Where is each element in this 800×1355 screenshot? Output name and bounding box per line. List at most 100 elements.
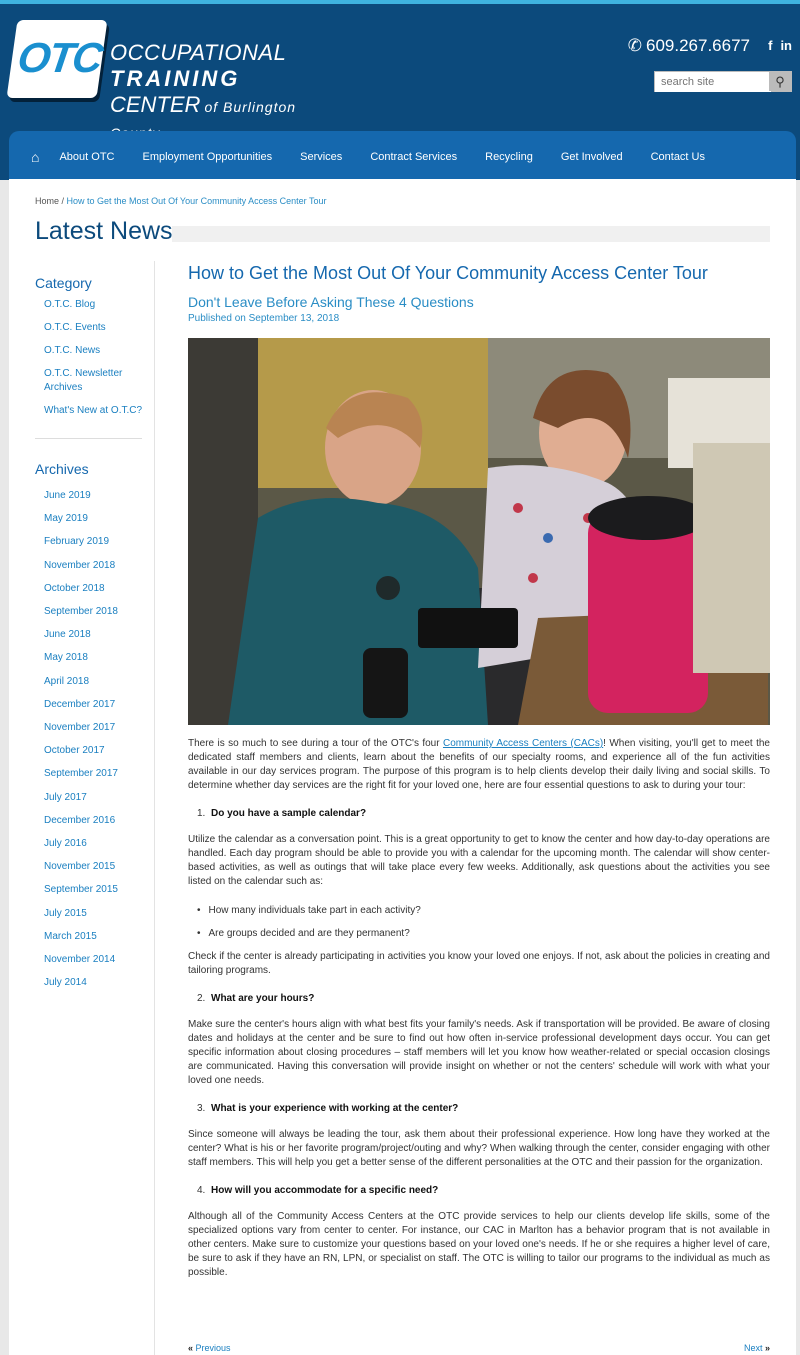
logo-badge: OTC <box>6 20 108 98</box>
nav-item-recycling[interactable]: Recycling <box>485 151 533 163</box>
archive-item[interactable]: October 2017 <box>44 739 155 762</box>
search-input[interactable] <box>655 72 771 92</box>
archive-item[interactable]: September 2017 <box>44 762 155 785</box>
article-title: How to Get the Most Out Of Your Communit… <box>188 263 708 283</box>
article-photo <box>188 338 770 725</box>
archive-item[interactable]: November 2015 <box>44 855 155 878</box>
nav-item-get-involved[interactable]: Get Involved <box>561 151 623 163</box>
question-text: What are your hours? <box>211 993 315 1004</box>
previous-link[interactable]: « Previous <box>188 1343 231 1353</box>
archive-item[interactable]: February 2019 <box>44 530 155 553</box>
home-icon[interactable]: ⌂ <box>31 149 39 165</box>
sidebar-separator <box>35 438 142 439</box>
cac-link[interactable]: Community Access Centers (CACs) <box>443 738 603 749</box>
category-item[interactable]: O.T.C. Events <box>44 321 155 335</box>
archive-item[interactable]: November 2017 <box>44 716 155 739</box>
calendar-question-list: How many individuals take part in each a… <box>197 904 770 941</box>
question-1: 1. Do you have a sample calendar? <box>197 808 770 819</box>
question-number: 2. <box>197 993 206 1004</box>
nav-item-contract-services[interactable]: Contract Services <box>370 151 457 163</box>
question-text: How will you accommodate for a specific … <box>211 1185 439 1196</box>
archive-item[interactable]: September 2018 <box>44 600 155 623</box>
question-4: 4. How will you accommodate for a specifi… <box>197 1185 770 1196</box>
logo-line-3-main: CENTER <box>110 92 201 117</box>
archive-item[interactable]: November 2018 <box>44 554 155 577</box>
archive-item[interactable]: July 2015 <box>44 902 155 925</box>
breadcrumb-current[interactable]: How to Get the Most Out Of Your Communit… <box>67 196 327 206</box>
answer-3: Since someone will always be leading the… <box>188 1129 770 1168</box>
archive-item[interactable]: June 2018 <box>44 623 155 646</box>
archives-list: June 2019 May 2019 February 2019 Novembe… <box>35 484 155 994</box>
search-box: ⚲ <box>654 71 792 92</box>
social-links: f in <box>760 38 792 53</box>
archive-item[interactable]: October 2018 <box>44 577 155 600</box>
archives-heading: Archives <box>35 461 89 477</box>
archive-item[interactable]: April 2018 <box>44 670 155 693</box>
article-subtitle: Don't Leave Before Asking These 4 Questi… <box>188 294 474 310</box>
nav-item-about[interactable]: About OTC <box>59 151 114 163</box>
article: How to Get the Most Out Of Your Communit… <box>188 263 770 1280</box>
publish-date: Published on September 13, 2018 <box>188 313 340 324</box>
category-heading: Category <box>35 275 92 291</box>
archive-item[interactable]: December 2017 <box>44 693 155 716</box>
nav-item-contact[interactable]: Contact Us <box>651 151 705 163</box>
question-number: 4. <box>197 1185 206 1196</box>
main-nav: ⌂ About OTC Employment Opportunities Ser… <box>9 131 796 183</box>
archive-item[interactable]: September 2015 <box>44 878 155 901</box>
facebook-icon[interactable]: f <box>768 38 772 53</box>
category-item[interactable]: O.T.C. News <box>44 344 155 358</box>
site-header: OTC OCCUPATIONAL TRAINING CENTER of Burli… <box>0 4 800 183</box>
sidebar: Category O.T.C. Blog O.T.C. Events O.T.C… <box>35 275 155 994</box>
nav-item-services[interactable]: Services <box>300 151 342 163</box>
page-content: Home / How to Get the Most Out Of Your C… <box>9 179 796 1355</box>
breadcrumb: Home / How to Get the Most Out Of Your C… <box>35 196 326 206</box>
archive-item[interactable]: December 2016 <box>44 809 155 832</box>
next-arrow-icon: » <box>764 1343 770 1353</box>
logo-wordmark: OCCUPATIONAL TRAINING CENTER of Burlingto… <box>110 40 342 144</box>
title-divider <box>172 226 770 242</box>
question-3: 3. What is your experience with working a… <box>197 1103 770 1114</box>
phone-number[interactable]: ✆ 609.267.6677 <box>628 36 750 56</box>
next-link[interactable]: Next » <box>744 1343 770 1353</box>
logo-letters: OTC <box>14 34 105 81</box>
logo-line-1: OCCUPATIONAL <box>110 40 287 65</box>
nav-item-employment[interactable]: Employment Opportunities <box>143 151 273 163</box>
archive-item[interactable]: July 2014 <box>44 971 155 994</box>
prev-arrow-icon: « <box>188 1343 194 1353</box>
archive-item[interactable]: March 2015 <box>44 925 155 948</box>
question-number: 3. <box>197 1103 206 1114</box>
question-text: What is your experience with working at … <box>211 1103 459 1114</box>
intro-text-start: There is so much to see during a tour of… <box>188 738 443 749</box>
category-list: O.T.C. Blog O.T.C. Events O.T.C. News O.… <box>35 298 155 418</box>
list-item: How many individuals take part in each a… <box>197 904 770 918</box>
site-logo[interactable]: OTC OCCUPATIONAL TRAINING CENTER of Burli… <box>6 20 342 141</box>
phone-text: 609.267.6677 <box>646 36 750 55</box>
category-item[interactable]: What's New at O.T.C? <box>44 404 155 418</box>
next-label: Next <box>743 1343 763 1353</box>
archive-item[interactable]: July 2017 <box>44 786 155 809</box>
breadcrumb-home[interactable]: Home <box>35 196 59 206</box>
archive-item[interactable]: June 2019 <box>44 484 155 507</box>
breadcrumb-separator: / <box>59 196 67 206</box>
page-title: Latest News <box>35 217 173 245</box>
answer-4: Although all of the Community Access Cen… <box>188 1211 770 1278</box>
logo-line-2: TRAINING <box>110 66 241 91</box>
answer-1-followup: Check if the center is already participa… <box>188 951 770 976</box>
archive-item[interactable]: July 2016 <box>44 832 155 855</box>
search-icon[interactable]: ⚲ <box>769 72 791 91</box>
question-text: Do you have a sample calendar? <box>211 808 367 819</box>
category-item[interactable]: O.T.C. Blog <box>44 298 155 312</box>
archive-item[interactable]: November 2014 <box>44 948 155 971</box>
article-body: There is so much to see during a tour of… <box>188 737 770 1280</box>
list-item: Are groups decided and are they permanen… <box>197 927 770 941</box>
archive-item[interactable]: May 2019 <box>44 507 155 530</box>
category-item[interactable]: O.T.C. Newsletter Archives <box>44 367 155 395</box>
phone-icon: ✆ <box>627 36 642 55</box>
linkedin-icon[interactable]: in <box>780 38 792 53</box>
question-2: 2. What are your hours? <box>197 993 770 1004</box>
answer-1: Utilize the calendar as a conversation p… <box>188 834 770 887</box>
archive-item[interactable]: May 2018 <box>44 646 155 669</box>
answer-2: Make sure the center's hours align with … <box>188 1019 770 1086</box>
previous-label: Previous <box>195 1343 231 1353</box>
question-number: 1. <box>197 808 206 819</box>
